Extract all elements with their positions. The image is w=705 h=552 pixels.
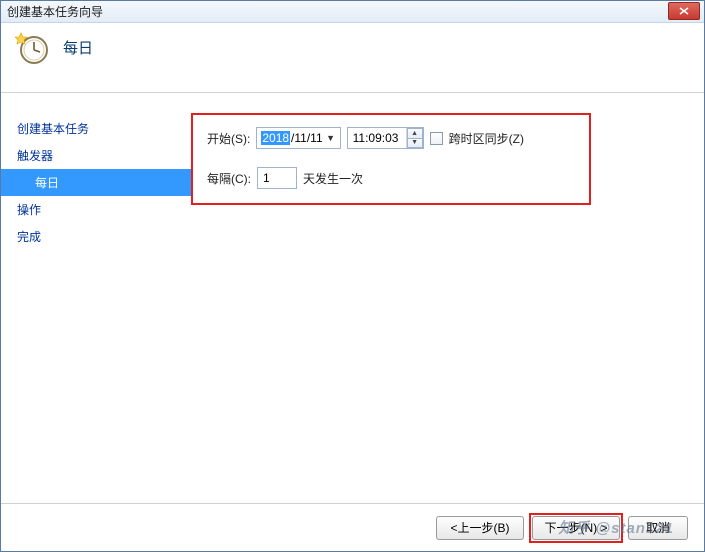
sidebar-item-action[interactable]: 操作 <box>1 196 191 223</box>
header: 每日 <box>1 23 704 93</box>
start-label: 开始(S): <box>207 130 250 147</box>
next-button[interactable]: 下一步(N) > <box>532 516 620 540</box>
interval-row: 每隔(C): 1 天发生一次 <box>207 167 575 189</box>
titlebar: 创建基本任务向导 <box>1 1 704 23</box>
start-row: 开始(S): 2018/11/11 ▼ 11:09:03 ▲ ▼ 跨时区同步(Z… <box>207 127 575 149</box>
sidebar: 创建基本任务 触发器 每日 操作 完成 <box>1 93 191 503</box>
wizard-window: 创建基本任务向导 每日 创建基本任务 触发器 每日 操作 完成 <box>0 0 705 552</box>
close-button[interactable] <box>668 2 700 20</box>
tz-sync-checkbox[interactable] <box>430 132 443 145</box>
chevron-down-icon[interactable]: ▼ <box>324 133 338 143</box>
date-year-selected: 2018 <box>261 131 290 145</box>
sidebar-item-daily[interactable]: 每日 <box>1 169 191 196</box>
sidebar-item-trigger[interactable]: 触发器 <box>1 142 191 169</box>
interval-input[interactable]: 1 <box>257 167 297 189</box>
window-title: 创建基本任务向导 <box>5 3 103 20</box>
spinner-down-button[interactable]: ▼ <box>407 138 423 148</box>
page-heading: 每日 <box>63 37 93 58</box>
time-value: 11:09:03 <box>348 131 406 145</box>
sidebar-item-create-task[interactable]: 创建基本任务 <box>1 115 191 142</box>
interval-value: 1 <box>263 171 270 185</box>
interval-label: 每隔(C): <box>207 170 251 187</box>
next-button-wrap: 下一步(N) > <box>532 516 620 540</box>
spinner-up-button[interactable]: ▲ <box>407 128 423 138</box>
sidebar-item-finish[interactable]: 完成 <box>1 223 191 250</box>
date-rest: /11/11 <box>291 131 323 145</box>
highlight-box: 开始(S): 2018/11/11 ▼ 11:09:03 ▲ ▼ 跨时区同步(Z… <box>191 113 591 205</box>
time-spinner: ▲ ▼ <box>406 128 423 148</box>
interval-suffix: 天发生一次 <box>303 170 363 187</box>
start-date-input[interactable]: 2018/11/11 ▼ <box>256 127 340 149</box>
content: 开始(S): 2018/11/11 ▼ 11:09:03 ▲ ▼ 跨时区同步(Z… <box>191 93 704 503</box>
cancel-button[interactable]: 取消 <box>628 516 688 540</box>
tz-sync-label: 跨时区同步(Z) <box>449 130 524 147</box>
back-button[interactable]: <上一步(B) <box>436 516 524 540</box>
body: 创建基本任务 触发器 每日 操作 完成 开始(S): 2018/11/11 ▼ … <box>1 93 704 503</box>
clock-new-icon <box>15 31 49 65</box>
start-time-input[interactable]: 11:09:03 ▲ ▼ <box>347 127 424 149</box>
footer: <上一步(B) 下一步(N) > 取消 知乎 @stan121 <box>1 503 704 551</box>
close-icon <box>679 7 689 15</box>
